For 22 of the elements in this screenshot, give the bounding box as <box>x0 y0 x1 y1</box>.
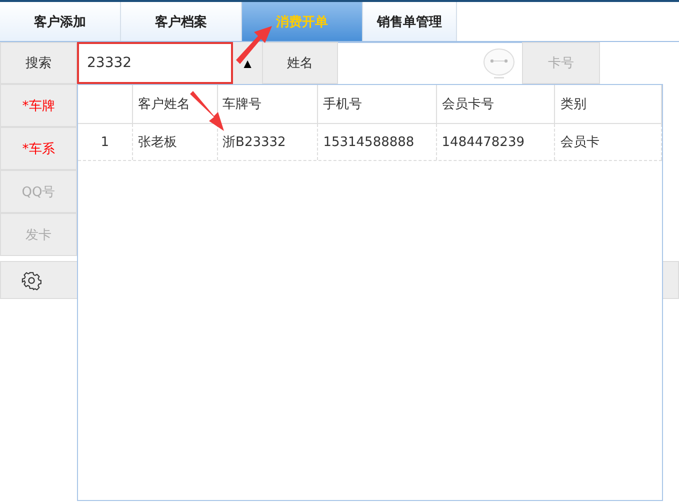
name-label: 姓名 <box>262 42 338 84</box>
table-cell: 15314588888 <box>318 124 437 160</box>
column-header: 手机号 <box>318 85 437 123</box>
field-label: QQ号 <box>0 170 77 213</box>
table-cell: 1484478239 <box>436 124 556 160</box>
column-header: 类别 <box>555 85 662 123</box>
field-label: 发卡 <box>0 213 77 256</box>
settings-icon[interactable] <box>21 270 42 290</box>
robot-face-icon <box>482 46 516 80</box>
search-label: 搜索 <box>0 42 77 84</box>
tab[interactable]: 销售单管理 <box>363 2 457 41</box>
table-cell: 会员卡 <box>555 124 662 160</box>
table-cell: 1 <box>78 124 133 160</box>
result-row[interactable]: 1 张老板 浙B23332 15314588888 1484478239 会员卡 <box>78 124 662 161</box>
column-header: 会员卡号 <box>436 85 556 123</box>
search-field[interactable]: 23332 <box>77 42 233 84</box>
tab[interactable]: 客户档案 <box>121 2 242 41</box>
annotation-arrow <box>190 91 224 131</box>
tab[interactable]: 客户添加 <box>0 2 121 41</box>
card-label: 卡号 <box>522 42 600 84</box>
field-label: *车系 <box>0 127 77 170</box>
field-label: *车牌 <box>0 84 77 127</box>
